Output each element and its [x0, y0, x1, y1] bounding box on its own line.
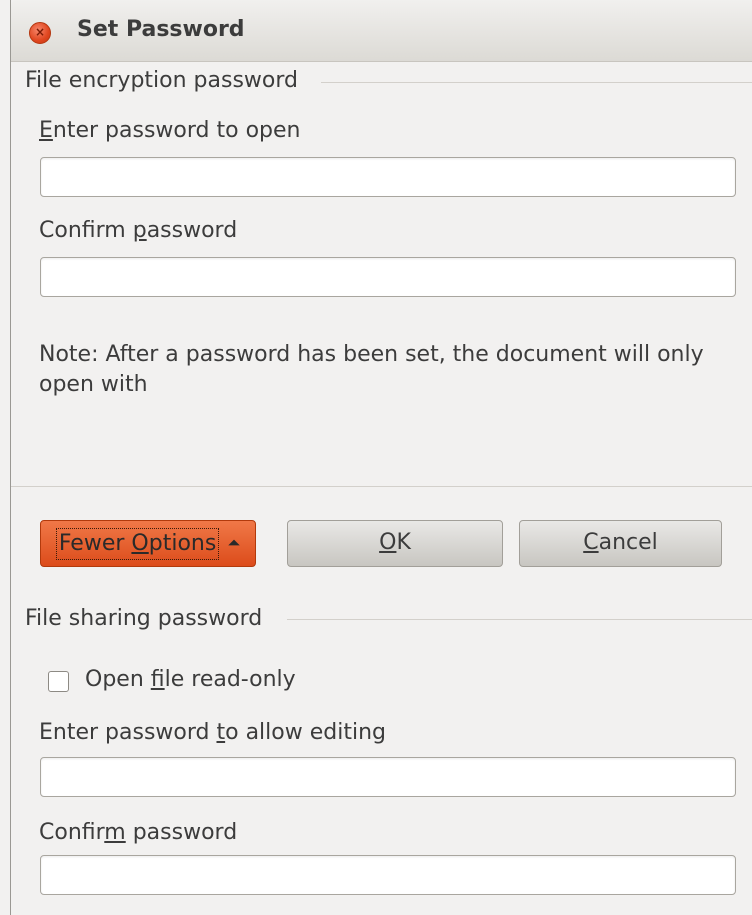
sharing-section-label: File sharing password: [25, 606, 263, 631]
fewer-options-rest: ptions: [148, 531, 217, 556]
open-password-mnemonic: E: [39, 118, 53, 143]
sharing-section-divider: [287, 619, 752, 620]
ok-button[interactable]: OK: [287, 520, 503, 567]
fewer-options-button[interactable]: Fewer Options ⏶: [40, 520, 256, 567]
password-note: Note: After a password has been set, the…: [39, 342, 704, 397]
open-password-label-text: nter password to open: [52, 118, 301, 143]
ok-mnemonic: O: [379, 530, 397, 555]
open-password-label: Enter password to open: [39, 118, 300, 143]
cancel-label-rest: ancel: [598, 530, 658, 555]
read-only-checkbox[interactable]: [48, 671, 69, 692]
edit-password-input[interactable]: [40, 757, 736, 797]
confirm-open-mnemonic: p: [132, 218, 147, 243]
fewer-options-mnemonic: O: [131, 531, 149, 556]
edit-password-label-rest: o allow editing: [225, 720, 386, 745]
read-only-label-pre: Open: [85, 667, 151, 692]
read-only-label[interactable]: Open file read-only: [85, 667, 296, 692]
open-password-input[interactable]: [40, 157, 736, 197]
confirm-open-password-label: Confirm password: [39, 218, 237, 243]
fewer-options-label: Fewer Options: [55, 528, 220, 560]
edit-password-label: Enter password to allow editing: [39, 720, 386, 745]
edit-password-label-pre: Enter password: [39, 720, 217, 745]
dialog-title: Set Password: [77, 17, 245, 42]
edit-password-mnemonic: t: [216, 720, 226, 745]
confirm-edit-label-pre: Confir: [39, 820, 105, 845]
encryption-section-label: File encryption password: [25, 68, 298, 93]
fewer-options-pre: Fewer: [58, 531, 132, 556]
set-password-dialog: × Set Password File encryption password …: [10, 0, 752, 915]
read-only-mnemonic: f: [150, 667, 165, 692]
close-icon[interactable]: ×: [29, 22, 51, 44]
collapse-arrow-icon: ⏶: [227, 533, 241, 552]
confirm-edit-password-input[interactable]: [40, 855, 736, 895]
title-bar: × Set Password: [11, 0, 752, 62]
options-separator: [11, 486, 752, 487]
cancel-button[interactable]: Cancel: [519, 520, 722, 567]
confirm-open-label-rest: assword: [146, 218, 238, 243]
confirm-edit-password-label: Confirm password: [39, 820, 237, 845]
ok-label-rest: K: [396, 530, 411, 555]
confirm-edit-mnemonic: m: [104, 820, 126, 845]
read-only-label-rest: ile read-only: [164, 667, 296, 692]
confirm-open-label-pre: Confirm: [39, 218, 133, 243]
encryption-section-divider: [321, 82, 752, 83]
confirm-open-password-input[interactable]: [40, 257, 736, 297]
cancel-mnemonic: C: [583, 530, 599, 555]
confirm-edit-label-rest: password: [125, 820, 238, 845]
